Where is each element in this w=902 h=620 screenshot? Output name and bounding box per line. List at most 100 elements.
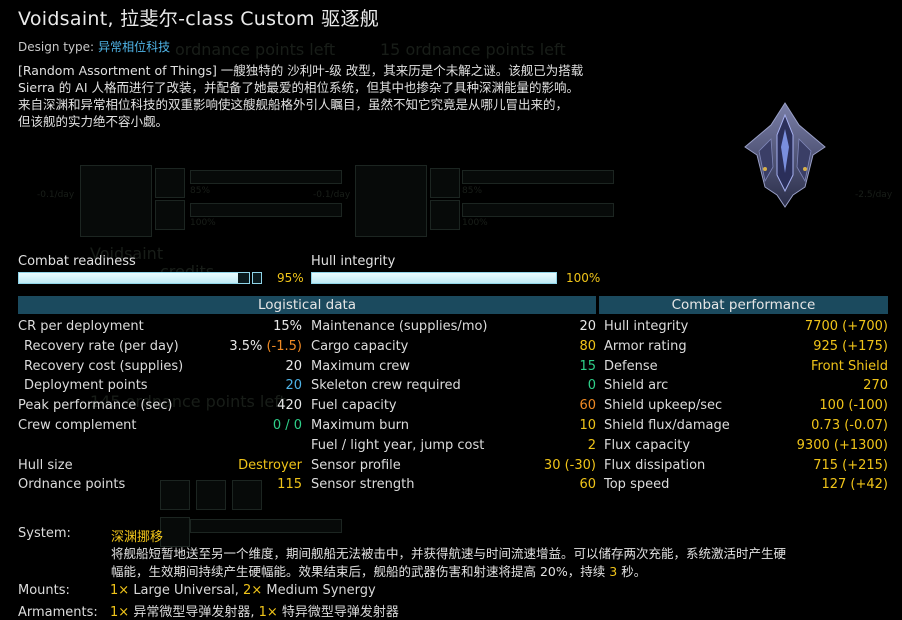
stat-value-main: 715 (+215) <box>813 457 888 473</box>
ship-title: Voidsaint, 拉斐尔-class Custom 驱逐舰 <box>18 8 380 30</box>
stat-value-main: 10 <box>579 418 596 433</box>
description-line: [Random Assortment of Things] 一艘独特的 沙利叶-… <box>18 63 584 78</box>
stat-row: Recovery cost (supplies) 20 <box>18 358 302 376</box>
system-description-line: 将舰船短暂地送至另一个维度，期间舰船无法被击中，并获得航速与时间流速增益。可以储… <box>111 546 787 561</box>
stat-value: 10 <box>579 417 596 435</box>
bg-ghost-text: -0.1/day <box>37 190 75 200</box>
stat-row: Skeleton crew required 0 <box>311 377 596 395</box>
stat-value: 30 (-30) <box>544 457 596 475</box>
system-description-text: 秒。 <box>621 564 647 579</box>
stat-row: Sensor profile 30 (-30) <box>311 457 596 475</box>
stat-value: Front Shield <box>811 358 888 376</box>
stat-value-main: 3.5% <box>229 338 263 354</box>
stat-row: Recovery rate (per day) 3.5% (-1.5) <box>18 338 302 356</box>
bg-ghost-text: 100% <box>462 218 488 228</box>
stat-value: 60 <box>579 476 596 494</box>
combat-readiness-bar-cap <box>252 272 262 284</box>
hull-integrity-percent: 100% <box>566 271 601 285</box>
stat-value: 925 (+175) <box>813 338 888 356</box>
stat-label: Fuel capacity <box>311 398 397 414</box>
description-line: 但该舰的实力绝不容小觑。 <box>18 114 169 129</box>
stat-row: Fuel capacity 60 <box>311 397 596 415</box>
stat-label: Shield arc <box>604 378 669 394</box>
stat-value: Destroyer <box>238 457 302 475</box>
system-description-line: 幅能，生效期间持续产生硬幅能。效果结束后，舰船的武器伤害和射速将提高 20%，持… <box>111 563 891 581</box>
stat-value-main: 15% <box>273 319 302 334</box>
stat-row: Deployment points 20 <box>18 377 302 395</box>
stat-value-main: 0.73 (-0.07) <box>811 418 888 433</box>
stat-label: Shield upkeep/sec <box>604 398 723 414</box>
bg-ghost-panel <box>462 203 614 217</box>
bg-ghost-panel <box>190 170 342 184</box>
description-line: Sierra 的 AI 人格而进行了改装，并配备了她最爱的相位系统，但其中也掺杂… <box>18 80 579 95</box>
stat-value-main: 7700 (+700) <box>804 319 888 334</box>
mount-multiplier: 1× <box>110 583 130 598</box>
stat-label: Recovery rate (per day) <box>24 338 179 354</box>
combat-readiness-percent: 95% <box>277 271 304 285</box>
stat-value-main: 20 <box>285 358 302 374</box>
stat-row: Flux capacity 9300 (+1300) <box>604 437 888 455</box>
stat-label: Flux dissipation <box>604 457 706 473</box>
stat-row: Shield upkeep/sec 100 (-100) <box>604 397 888 415</box>
stat-label: Cargo capacity <box>311 338 409 354</box>
bg-ghost-panel <box>355 165 427 237</box>
stat-value: 127 (+42) <box>821 476 888 494</box>
system-label: System: <box>18 526 71 541</box>
armament-name: 特异微型导弹发射器 <box>281 605 399 620</box>
stat-label: Peak performance (sec) <box>18 398 173 414</box>
combat-readiness-bar <box>18 272 250 284</box>
bg-ghost-panel <box>160 517 190 547</box>
description-line: 来自深渊和异常相位科技的双重影响使这艘舰船格外引人瞩目，虽然不知它究竟是从哪儿冒… <box>18 97 569 112</box>
mounts-row: Mounts: 1× Large Universal, 2× Medium Syn… <box>18 583 878 598</box>
stat-label: Maintenance (supplies/mo) <box>311 319 488 334</box>
stat-value-modifier: (-1.5) <box>266 338 302 354</box>
stat-value: 15% <box>273 318 302 336</box>
stat-row: Cargo capacity 80 <box>311 338 596 356</box>
stat-row: Maintenance (supplies/mo) 20 <box>311 318 596 336</box>
stat-label: Sensor strength <box>311 477 415 493</box>
combat-readiness-label: Combat readiness <box>18 254 136 269</box>
stat-value-main: 115 <box>277 477 302 493</box>
stat-row: Ordnance points 115 <box>18 476 302 494</box>
stat-row: Flux dissipation 715 (+215) <box>604 457 888 475</box>
stat-value-main: 30 <box>543 457 561 473</box>
hull-integrity-fill <box>312 273 556 283</box>
bg-ghost-text: 85% <box>190 186 211 196</box>
stat-value-main: 60 <box>579 398 596 414</box>
stat-label: Top speed <box>604 477 670 493</box>
combat-performance-header: Combat performance <box>599 296 888 314</box>
stat-value-main: 270 <box>863 378 888 394</box>
ship-sprite-icon <box>744 102 826 208</box>
stat-row: Crew complement 0 / 0 <box>18 417 302 435</box>
stat-row: Fuel / light year, jump cost 2 <box>311 437 596 455</box>
stat-value: 15 <box>579 358 596 376</box>
system-description: 将舰船短暂地送至另一个维度，期间舰船无法被击中，并获得航速与时间流速增益。可以储… <box>111 545 891 581</box>
stat-value-main: 0 <box>587 378 596 394</box>
stat-label: Flux capacity <box>604 437 691 453</box>
stat-value-main: Destroyer <box>238 457 302 473</box>
bg-ghost-panel <box>190 519 342 533</box>
combat-readiness-fill <box>19 273 238 283</box>
stat-value: 100 (-100) <box>819 397 888 415</box>
stat-value-main: 20 <box>285 378 302 394</box>
bg-ghost-text: 15 ordnance points left <box>380 40 566 59</box>
stat-label: CR per deployment <box>18 319 144 334</box>
stat-label: Hull size <box>18 457 73 473</box>
stat-value-main: Front Shield <box>811 358 888 374</box>
stat-row: CR per deployment 15% <box>18 318 302 336</box>
stat-row <box>18 437 302 455</box>
stat-value-main: 20 <box>579 319 596 334</box>
armaments-label: Armaments: <box>18 605 98 620</box>
mount-type: Medium Synergy <box>266 583 376 598</box>
stat-value: 0 / 0 <box>273 417 302 435</box>
armaments-row: Armaments: 1× 异常微型导弹发射器, 1× 特异微型导弹发射器 <box>18 601 878 620</box>
stat-value-main: 9300 (+1300) <box>796 437 888 453</box>
mounts-label: Mounts: <box>18 583 70 598</box>
design-type-value: 异常相位科技 <box>98 40 171 54</box>
stat-value-modifier: (-30) <box>564 457 596 473</box>
stat-label: Recovery cost (supplies) <box>24 358 184 374</box>
stat-value: 7700 (+700) <box>805 318 888 336</box>
bg-ghost-text: 100% <box>190 218 216 228</box>
logistical-data-header: Logistical data <box>18 296 596 314</box>
stat-value-main: 420 <box>277 398 302 414</box>
